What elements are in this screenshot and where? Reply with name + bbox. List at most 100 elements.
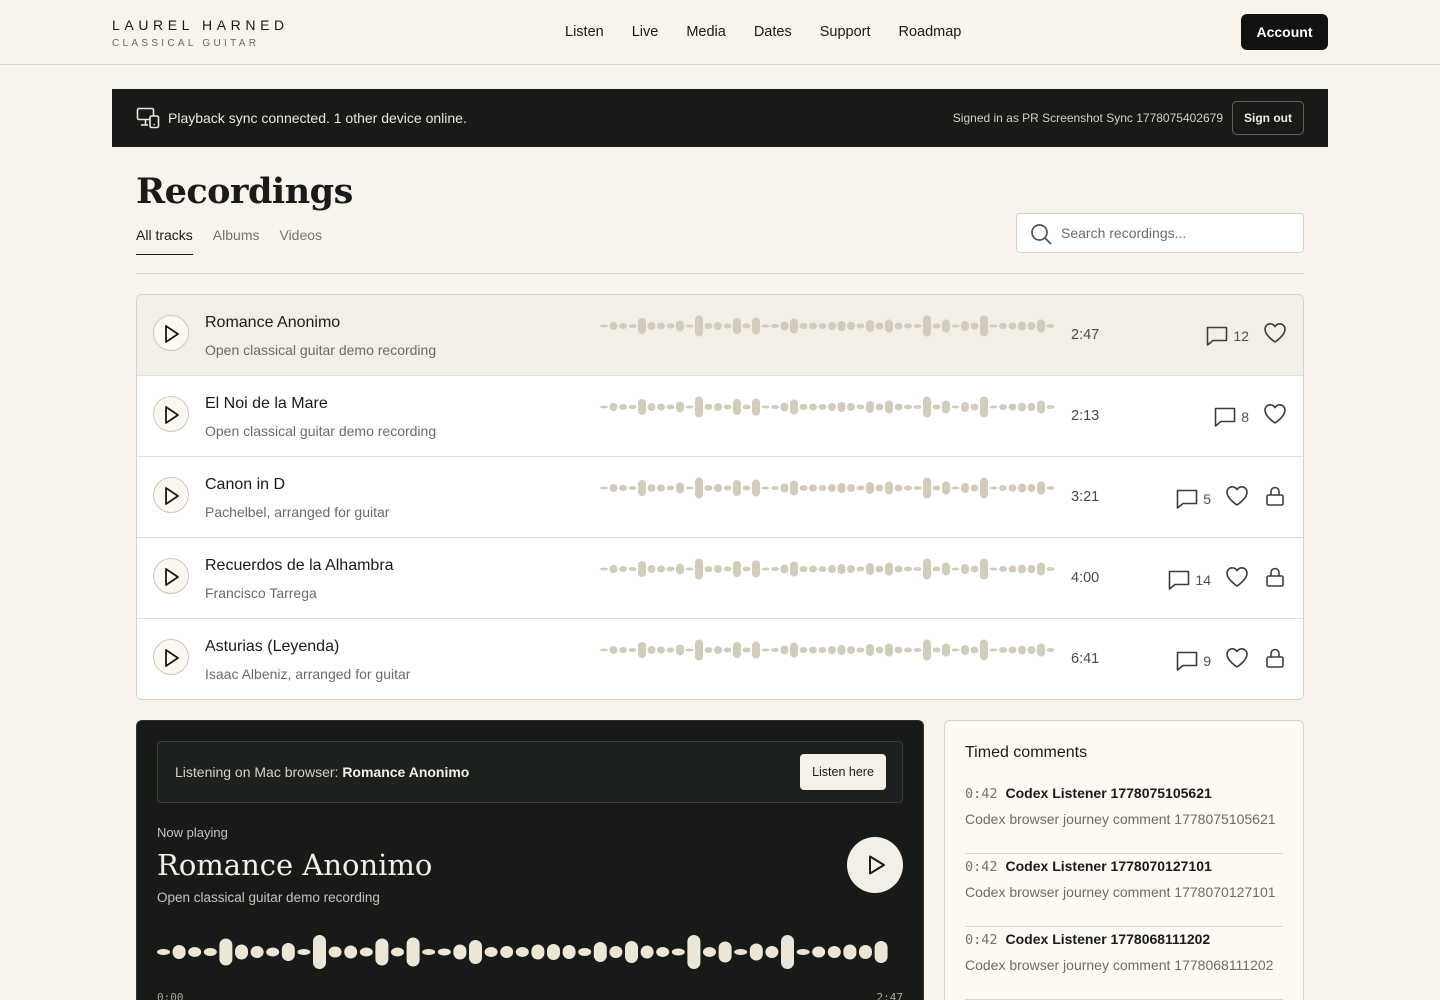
tab-all-tracks[interactable]: All tracks (136, 226, 193, 255)
listen-here-button[interactable]: Listen here (800, 754, 886, 790)
waveform-bar (647, 403, 656, 411)
waveform-bar (771, 324, 779, 328)
track-play-button[interactable] (153, 315, 189, 351)
track-duration: 2:13 (1071, 408, 1100, 424)
play-button[interactable] (847, 837, 903, 893)
comment-count[interactable]: 12 (1205, 324, 1249, 348)
track-play-button[interactable] (153, 639, 189, 675)
waveform-bar (657, 646, 665, 654)
comment-count[interactable]: 9 (1175, 649, 1211, 673)
waveform-bar (1027, 565, 1036, 573)
waveform-bar (1008, 484, 1017, 492)
waveform-bar (628, 405, 637, 409)
waveform-bar (828, 403, 836, 411)
waveform-bar (359, 947, 373, 957)
brand-logo[interactable]: LAUREL HARNED CLASSICAL GUITAR (112, 17, 289, 50)
heart-icon (1264, 323, 1286, 343)
track-title[interactable]: Canon in D (205, 475, 285, 495)
waveform-bar (1027, 322, 1036, 330)
account-button[interactable]: Account (1241, 14, 1328, 50)
track-title[interactable]: Asturias (Leyenda) (205, 637, 339, 657)
track-actions: 14 (1167, 565, 1287, 594)
track-play-button[interactable] (153, 477, 189, 513)
waveform-bar (980, 639, 988, 661)
track-title[interactable]: Recuerdos de la Alhambra (205, 556, 394, 576)
track-title[interactable]: El Noi de la Mare (205, 394, 328, 414)
now-playing-subtitle: Open classical guitar demo recording (157, 890, 380, 905)
heart-icon (1226, 486, 1248, 506)
nav-link-roadmap[interactable]: Roadmap (899, 22, 962, 42)
waveform-bar (951, 486, 960, 490)
tab-albums[interactable]: Albums (213, 226, 260, 255)
waveform-bar (647, 565, 656, 573)
waveform-bar (656, 947, 670, 957)
waveform-bar (685, 324, 694, 328)
waveform-bar (1018, 402, 1026, 412)
track-row[interactable]: Recuerdos de la Alhambra Francisco Tarreg… (137, 538, 1303, 619)
timed-comments-panel: Timed comments 0:42 Codex Listener 177807… (944, 720, 1304, 1000)
track-subtitle: Francisco Tarrega (205, 585, 317, 601)
track-waveform[interactable] (600, 396, 1056, 423)
waveform-bar (866, 482, 874, 494)
nav-link-dates[interactable]: Dates (754, 22, 792, 42)
track-title[interactable]: Romance Anonimo (205, 313, 340, 333)
waveform-bar (771, 567, 779, 571)
heart-icon (1226, 567, 1248, 587)
waveform-bar (885, 562, 893, 576)
comment-count[interactable]: 8 (1213, 405, 1249, 429)
waveform-bar (951, 324, 960, 328)
waveform-bar (704, 485, 713, 491)
comment-count[interactable]: 5 (1175, 487, 1211, 511)
comment-icon (1176, 489, 1198, 509)
nav-link-live[interactable]: Live (632, 22, 659, 42)
comment-timestamp[interactable]: 0:42 (965, 784, 998, 804)
nav-link-listen[interactable]: Listen (565, 22, 604, 42)
track-row[interactable]: Canon in D Pachelbel, arranged for guitar… (137, 457, 1303, 538)
waveform-bar (1046, 567, 1055, 571)
track-actions: 5 (1175, 484, 1287, 513)
favorite-button[interactable] (1225, 485, 1249, 512)
waveform-bar (657, 322, 665, 330)
nav-link-media[interactable]: Media (686, 22, 726, 42)
comment-count[interactable]: 14 (1167, 568, 1211, 592)
lock-icon (1266, 486, 1284, 506)
waveform-bar (500, 946, 514, 958)
track-play-button[interactable] (153, 396, 189, 432)
comment-author: Codex Listener 1778070127101 (1005, 858, 1212, 874)
remote-listening-prefix: Listening on Mac browser: (175, 764, 339, 780)
favorite-button[interactable] (1225, 566, 1249, 593)
track-play-button[interactable] (153, 558, 189, 594)
comment-timestamp[interactable]: 0:42 (965, 930, 998, 950)
search-input[interactable] (1061, 222, 1291, 244)
player-waveform-scrubber[interactable] (157, 934, 903, 975)
sign-out-button[interactable]: Sign out (1232, 101, 1304, 135)
comment-count-label: 12 (1233, 327, 1249, 344)
waveform-bar (703, 947, 716, 957)
waveform-bar (761, 486, 770, 490)
waveform-bar (790, 480, 798, 496)
track-waveform[interactable] (600, 315, 1056, 342)
waveform-bar (980, 477, 988, 499)
waveform-bar (685, 567, 694, 571)
nav-link-support[interactable]: Support (820, 22, 871, 42)
favorite-button[interactable] (1225, 647, 1249, 674)
waveform-bar (671, 948, 685, 956)
total-time: 2:47 (876, 991, 904, 1000)
track-row[interactable]: El Noi de la Mare Open classical guitar d… (137, 376, 1303, 457)
comment-text: Codex browser journey comment 1778070127… (965, 884, 1276, 900)
waveform-graphic (600, 639, 1055, 661)
comment-timestamp[interactable]: 0:42 (965, 857, 998, 877)
favorite-button[interactable] (1263, 322, 1287, 349)
top-navigation-bar: LAUREL HARNED CLASSICAL GUITAR Listen Li… (0, 0, 1440, 65)
track-row[interactable]: Romance Anonimo Open classical guitar dem… (137, 295, 1303, 376)
track-waveform[interactable] (600, 639, 1056, 666)
favorite-button[interactable] (1263, 403, 1287, 430)
waveform-bar (666, 647, 675, 653)
track-subtitle: Open classical guitar demo recording (205, 423, 437, 439)
track-row[interactable]: Asturias (Leyenda) Isaac Albeniz, arrange… (137, 619, 1303, 699)
track-waveform[interactable] (600, 477, 1056, 504)
track-waveform[interactable] (600, 558, 1056, 585)
waveform-bar (609, 565, 618, 573)
waveform-bar (828, 565, 836, 573)
tab-videos[interactable]: Videos (279, 226, 322, 255)
